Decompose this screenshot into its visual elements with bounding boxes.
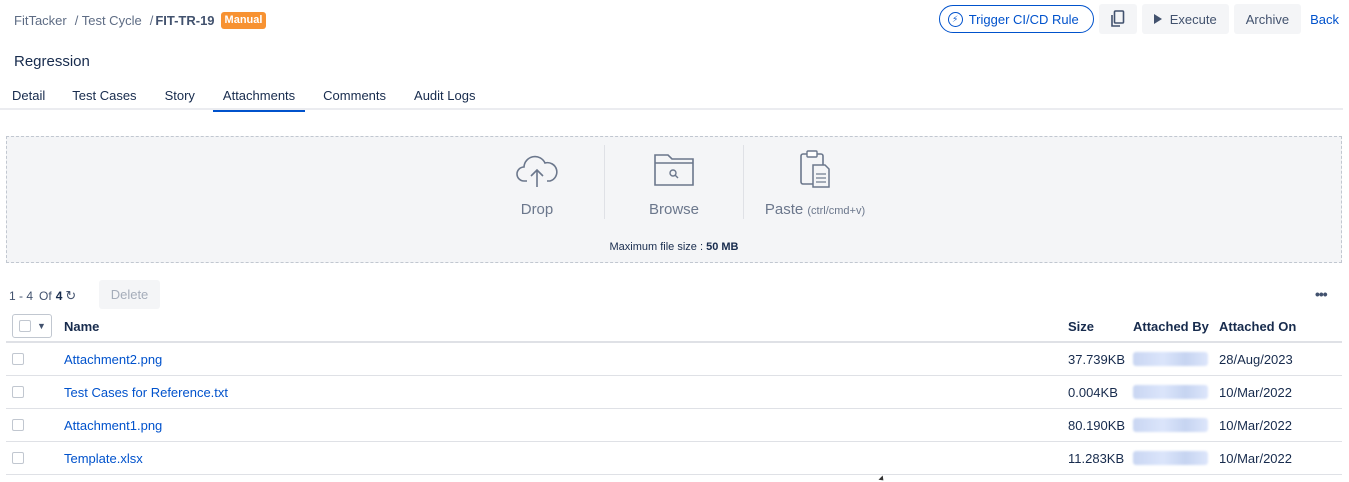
- tab-bar: Detail Test Cases Story Attachments Comm…: [0, 86, 1343, 112]
- chevron-down-icon: ▼: [37, 321, 46, 331]
- row-checkbox-cell: [12, 442, 24, 474]
- attached-on-date: 28/Aug/2023: [1219, 351, 1293, 367]
- attachments-table: ▼ Name Size Attached By Attached On Atta…: [6, 311, 1342, 475]
- execute-button[interactable]: Execute: [1141, 4, 1229, 34]
- tab-audit-logs[interactable]: Audit Logs: [414, 86, 475, 110]
- attachment-size: 80.190KB: [1068, 417, 1126, 433]
- copy-icon: [1110, 10, 1125, 27]
- attachment-size: 0.004KB: [1068, 384, 1118, 400]
- back-button[interactable]: Back: [1306, 12, 1339, 27]
- row-checkbox[interactable]: [12, 353, 24, 365]
- table-row: Test Cases for Reference.txt 0.004KB 10/…: [6, 376, 1342, 409]
- breadcrumb-separator: /: [149, 13, 154, 28]
- avatar: [1133, 352, 1208, 366]
- column-header-name[interactable]: Name: [64, 311, 99, 341]
- row-checkbox[interactable]: [12, 386, 24, 398]
- max-file-size-note: Maximum file size : 50 MB: [7, 241, 1341, 253]
- status-badge: Manual: [220, 12, 267, 29]
- table-row: Attachment2.png 37.739KB 28/Aug/2023: [6, 343, 1342, 376]
- attachment-name-link[interactable]: Attachment1.png: [64, 409, 162, 441]
- drop-label: Drop: [520, 201, 554, 218]
- paste-option[interactable]: Paste (ctrl/cmd+v): [755, 137, 875, 237]
- divider: [743, 145, 744, 219]
- row-checkbox[interactable]: [12, 452, 24, 464]
- attached-by-cell: [1133, 376, 1208, 408]
- select-all-checkbox[interactable]: [19, 320, 31, 332]
- delete-button[interactable]: Delete: [99, 280, 160, 309]
- archive-button[interactable]: Archive: [1233, 4, 1302, 34]
- attachment-size: 37.739KB: [1068, 351, 1126, 367]
- column-header-attached-by[interactable]: Attached By: [1133, 311, 1209, 341]
- divider: [604, 145, 605, 219]
- attachment-name-link[interactable]: Template.xlsx: [64, 442, 143, 474]
- pagination-range: 1 - 4: [9, 289, 34, 303]
- pagination-info: 1 - 4 Of 4 ↻: [9, 288, 76, 304]
- trigger-ci-cd-rule-label: Trigger CI/CD Rule: [968, 11, 1079, 27]
- tab-story[interactable]: Story: [165, 86, 195, 110]
- attached-by-cell: [1133, 442, 1208, 474]
- attached-on-date: 10/Mar/2022: [1219, 417, 1292, 433]
- select-all-dropdown[interactable]: ▼: [12, 314, 52, 338]
- folder-search-icon: [654, 154, 694, 186]
- column-header-attached-on[interactable]: Attached On: [1219, 311, 1296, 341]
- mouse-cursor-icon: [878, 475, 886, 482]
- paste-hint: (ctrl/cmd+v): [807, 205, 866, 217]
- attached-by-cell: [1133, 409, 1208, 441]
- row-checkbox-cell: [12, 409, 24, 441]
- attachment-name-link[interactable]: Test Cases for Reference.txt: [64, 376, 228, 408]
- attached-by-cell: [1133, 343, 1208, 375]
- attached-on-date: 10/Mar/2022: [1219, 384, 1292, 400]
- attached-on-date: 10/Mar/2022: [1219, 450, 1292, 466]
- avatar: [1133, 418, 1208, 432]
- row-checkbox-cell: [12, 376, 24, 408]
- row-checkbox[interactable]: [12, 419, 24, 431]
- clipboard-icon: [800, 150, 830, 188]
- max-size-value: 50 MB: [706, 241, 739, 253]
- trigger-ci-cd-rule-button[interactable]: ⚡ Trigger CI/CD Rule: [938, 5, 1094, 33]
- avatar: [1133, 385, 1208, 399]
- refresh-icon[interactable]: ↻: [65, 288, 76, 304]
- breadcrumb-project[interactable]: FitTacker: [14, 13, 67, 28]
- archive-label: Archive: [1245, 11, 1290, 27]
- breadcrumb-issue-key: FIT-TR-19: [155, 13, 215, 28]
- upload-dropzone[interactable]: Drop Browse Paste (ctrl/cmd+v) Maximum f…: [6, 136, 1342, 263]
- row-checkbox-cell: [12, 343, 24, 375]
- table-header-row: ▼ Name Size Attached By Attached On: [6, 311, 1342, 343]
- breadcrumb: FitTacker / Test Cycle / FIT-TR-19 Manua…: [14, 12, 267, 29]
- table-row: Template.xlsx 11.283KB 10/Mar/2022: [6, 442, 1342, 475]
- pagination-total: 4: [55, 289, 63, 303]
- attachment-size: 11.283KB: [1068, 450, 1125, 466]
- tab-detail[interactable]: Detail: [12, 86, 45, 110]
- execute-label: Execute: [1169, 11, 1217, 27]
- copy-button[interactable]: [1098, 4, 1137, 34]
- play-icon: [1153, 14, 1162, 24]
- cloud-upload-icon: [516, 155, 558, 187]
- page-title: Regression: [14, 53, 90, 70]
- browse-option[interactable]: Browse: [634, 137, 714, 237]
- lightning-icon: ⚡: [947, 11, 963, 27]
- paste-text: Paste: [764, 201, 804, 218]
- max-size-label: Maximum file size :: [609, 241, 707, 253]
- select-all-cell: ▼: [12, 311, 52, 341]
- column-header-size[interactable]: Size: [1068, 311, 1094, 341]
- header-actions: ⚡ Trigger CI/CD Rule Execute Archive Bac…: [938, 4, 1339, 34]
- drop-option[interactable]: Drop: [497, 137, 577, 237]
- tab-test-cases[interactable]: Test Cases: [72, 86, 136, 110]
- pagination-of: Of: [39, 289, 52, 303]
- more-options-icon[interactable]: •••: [1315, 286, 1328, 302]
- avatar: [1133, 451, 1208, 465]
- page-header: FitTacker / Test Cycle / FIT-TR-19 Manua…: [0, 0, 1349, 40]
- table-row: Attachment1.png 80.190KB 10/Mar/2022: [6, 409, 1342, 442]
- paste-label: Paste (ctrl/cmd+v): [765, 201, 865, 218]
- browse-label: Browse: [648, 201, 700, 218]
- breadcrumb-test-cycle[interactable]: / Test Cycle: [75, 13, 142, 28]
- tab-attachments[interactable]: Attachments: [212, 86, 306, 112]
- tab-comments[interactable]: Comments: [323, 86, 386, 110]
- attachment-name-link[interactable]: Attachment2.png: [64, 343, 162, 375]
